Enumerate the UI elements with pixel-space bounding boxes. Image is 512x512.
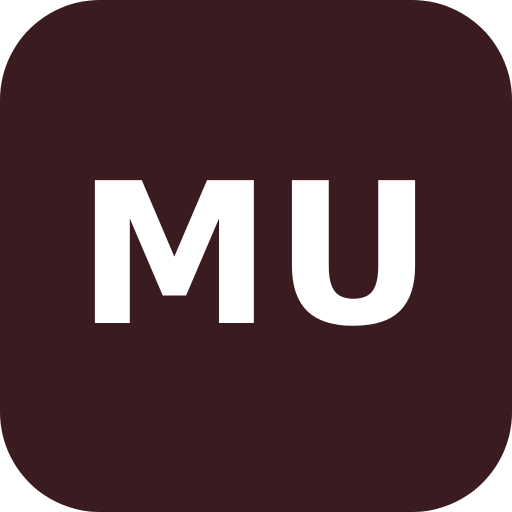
- app-icon-label: MU: [76, 142, 436, 370]
- app-icon[interactable]: MU: [0, 0, 512, 512]
